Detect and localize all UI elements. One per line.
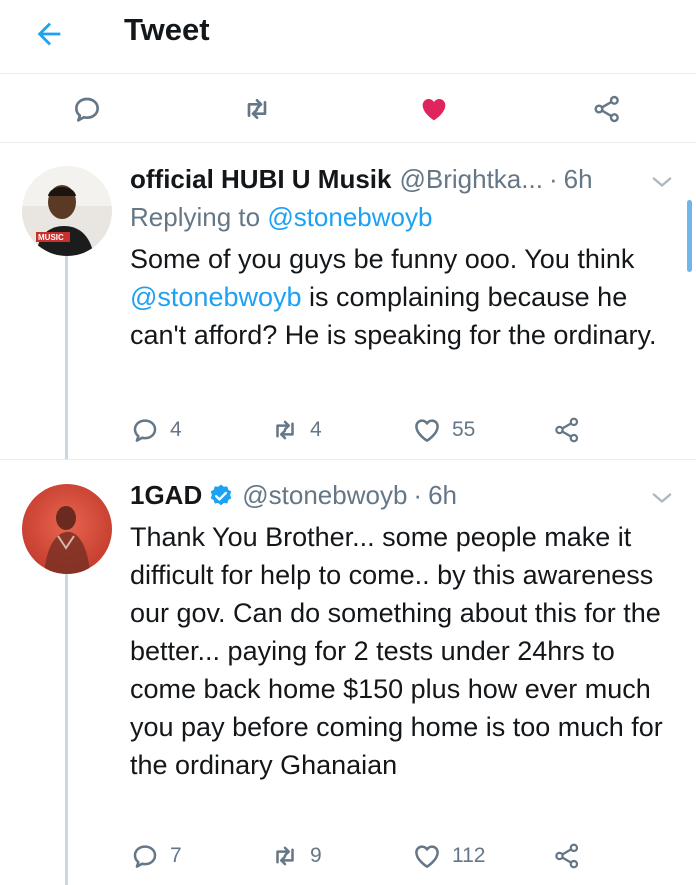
avatar[interactable] xyxy=(22,484,112,574)
retweet-button[interactable] xyxy=(234,86,280,132)
chevron-down-icon xyxy=(652,177,672,187)
like-count: 112 xyxy=(452,844,486,867)
retweet-button[interactable]: 9 xyxy=(270,836,322,876)
replying-to-prefix: Replying to xyxy=(130,202,261,232)
heart-filled-icon xyxy=(422,99,446,121)
tweet-actions: 4 4 55 xyxy=(130,410,610,450)
retweet-icon xyxy=(276,846,294,866)
reply-button[interactable] xyxy=(64,86,110,132)
like-button[interactable]: 112 xyxy=(412,836,485,876)
share-button[interactable] xyxy=(552,410,582,450)
scrollbar-thumb[interactable] xyxy=(687,200,692,272)
retweet-icon xyxy=(247,99,267,119)
timestamp[interactable]: 6h xyxy=(428,480,457,511)
thread-line xyxy=(65,256,68,459)
separator-dot: · xyxy=(548,164,558,194)
display-name[interactable]: official HUBI U Musik xyxy=(130,164,391,195)
tweet-header: 1GAD @stonebwoyb · 6h xyxy=(130,480,457,511)
back-button[interactable] xyxy=(28,14,72,54)
tweet-header: official HUBI U Musik @Brightka... · 6h xyxy=(130,164,593,195)
share-icon xyxy=(555,843,579,869)
page-title: Tweet xyxy=(124,12,210,47)
reply-count: 4 xyxy=(170,418,182,441)
reply-tweet[interactable]: MUSIC official HUBI U Musik @Brightka...… xyxy=(0,144,696,459)
thread-line xyxy=(65,572,68,885)
tweet-action-bar xyxy=(0,75,696,143)
tweet-text: Some of you guys be funny ooo. You think… xyxy=(130,240,686,354)
share-icon xyxy=(555,417,579,443)
top-bar: Tweet xyxy=(0,0,696,74)
share-button[interactable] xyxy=(552,836,582,876)
avatar[interactable]: MUSIC xyxy=(22,166,112,256)
tweet-text: Thank You Brother... some people make it… xyxy=(130,522,663,780)
user-handle[interactable]: @Brightka... xyxy=(399,164,542,195)
tweet-mention[interactable]: @stonebwoyb xyxy=(130,282,302,312)
like-count: 55 xyxy=(452,418,476,441)
like-button[interactable] xyxy=(411,86,457,132)
profile-photo xyxy=(22,484,112,574)
reply-button[interactable]: 4 xyxy=(130,410,182,450)
shirt-logo-text: MUSIC xyxy=(38,233,64,242)
replying-to-mention[interactable]: @stonebwoyb xyxy=(267,202,432,232)
heart-icon xyxy=(415,845,439,868)
reply-icon xyxy=(133,845,157,868)
profile-photo: MUSIC xyxy=(22,166,112,256)
heart-icon xyxy=(415,419,439,442)
reply-icon xyxy=(75,97,99,122)
tweet-menu-button[interactable] xyxy=(648,484,676,512)
verified-badge-icon xyxy=(210,484,232,505)
retweet-button[interactable]: 4 xyxy=(270,410,322,450)
replying-to: Replying to @stonebwoyb xyxy=(130,202,432,233)
share-icon xyxy=(594,95,619,123)
like-button[interactable]: 55 xyxy=(412,410,475,450)
tweet-text-line: Some of you guys be funny ooo. You think xyxy=(130,244,635,274)
display-name[interactable]: 1GAD xyxy=(130,480,202,511)
separator-dot: · xyxy=(413,480,423,510)
share-button[interactable] xyxy=(584,86,630,132)
user-handle[interactable]: @stonebwoyb xyxy=(242,480,407,511)
tweet-actions: 7 9 112 xyxy=(130,836,610,876)
reply-icon xyxy=(133,419,157,442)
retweet-icon xyxy=(276,420,294,440)
timestamp[interactable]: 6h xyxy=(564,164,593,195)
tweet-menu-button[interactable] xyxy=(648,168,676,196)
retweet-count: 9 xyxy=(310,844,322,867)
chevron-down-icon xyxy=(652,493,672,503)
reply-count: 7 xyxy=(170,844,182,867)
reply-button[interactable]: 7 xyxy=(130,836,182,876)
reply-tweet[interactable]: 1GAD @stonebwoyb · 6h Thank You Brother.… xyxy=(0,460,696,885)
retweet-count: 4 xyxy=(310,418,322,441)
arrow-left-icon xyxy=(37,22,61,46)
